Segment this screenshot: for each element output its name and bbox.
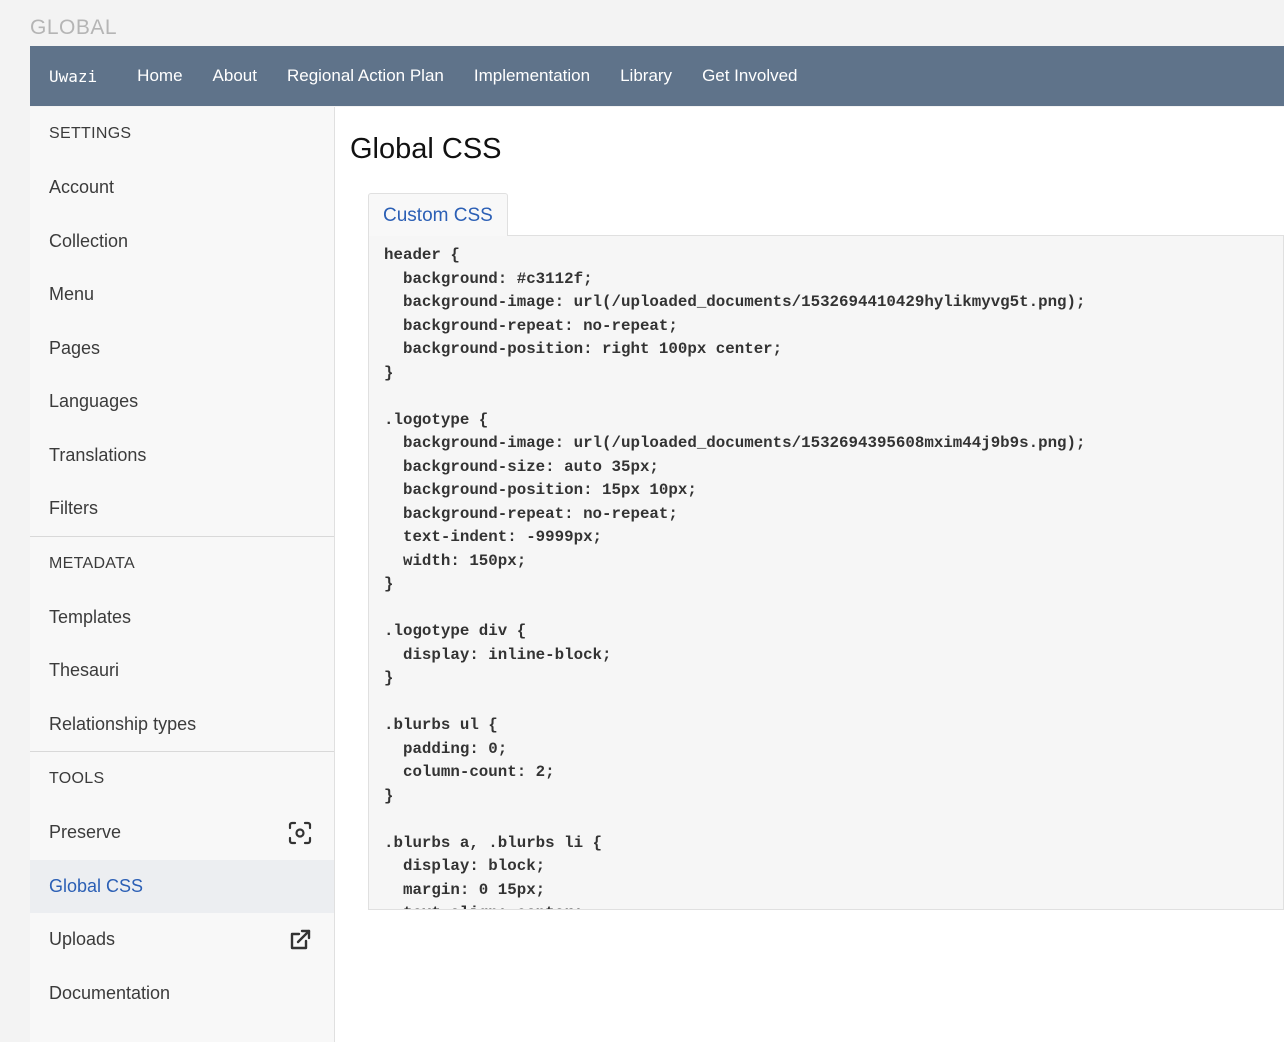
sidebar-item-filters[interactable]: Filters (30, 482, 334, 536)
sidebar-item-relationship-types[interactable]: Relationship types (30, 698, 334, 752)
sidebar-item-label: Pages (49, 337, 101, 358)
sidebar-item-label: Relationship types (49, 713, 197, 734)
css-editor[interactable]: header { background: #c3112f; background… (368, 235, 1284, 910)
external-link-icon (287, 927, 313, 953)
sidebar-item-label: Account (49, 177, 115, 198)
nav-link-regional-action-plan[interactable]: Regional Action Plan (287, 66, 444, 86)
sidebar-item-label: Templates (49, 606, 132, 627)
main-content: Global CSS Custom CSS header { backgroun… (335, 107, 1284, 1042)
top-navbar: Uwazi Home About Regional Action Plan Im… (30, 46, 1284, 106)
sidebar-item-thesauri[interactable]: Thesauri (30, 644, 334, 698)
sidebar-item-label: Uploads (49, 929, 116, 950)
page-label: GLOBAL (30, 16, 118, 39)
sidebar-item-documentation[interactable]: Documentation (30, 967, 334, 1021)
brand-link[interactable]: Uwazi (49, 67, 97, 86)
sidebar-item-label: Preserve (49, 822, 122, 843)
sidebar-item-preserve[interactable]: Preserve (30, 806, 334, 860)
nav-link-get-involved[interactable]: Get Involved (702, 66, 797, 86)
sidebar-item-label: Languages (49, 391, 139, 412)
settings-sidebar: SETTINGS Account Collection Menu Pages L… (30, 107, 335, 1042)
sidebar-item-label: Menu (49, 284, 95, 305)
sidebar-item-pages[interactable]: Pages (30, 322, 334, 376)
settings-section-title: SETTINGS (49, 125, 132, 142)
sidebar-item-label: Collection (49, 230, 129, 251)
sidebar-item-menu[interactable]: Menu (30, 268, 334, 322)
nav-link-home[interactable]: Home (137, 66, 182, 86)
scan-icon (287, 820, 313, 846)
sidebar-item-label: Thesauri (49, 660, 120, 681)
metadata-section-title: METADATA (49, 554, 135, 572)
tab-custom-css[interactable]: Custom CSS (368, 193, 508, 236)
nav-link-about[interactable]: About (213, 66, 257, 86)
sidebar-item-uploads[interactable]: Uploads (30, 913, 334, 967)
nav-link-implementation[interactable]: Implementation (474, 66, 590, 86)
sidebar-item-label: Filters (49, 498, 98, 519)
page-title: Global CSS (350, 133, 502, 165)
css-code[interactable]: header { background: #c3112f; background… (384, 244, 1283, 909)
sidebar-item-translations[interactable]: Translations (30, 429, 334, 483)
sidebar-item-label: Documentation (49, 982, 171, 1003)
sidebar-item-global-css[interactable]: Global CSS (30, 859, 334, 913)
sidebar-item-account[interactable]: Account (30, 161, 334, 215)
nav-link-library[interactable]: Library (620, 66, 672, 86)
sidebar-item-collection[interactable]: Collection (30, 215, 334, 269)
sidebar-item-label: Global CSS (49, 875, 144, 896)
sidebar-item-label: Translations (49, 444, 147, 465)
sidebar-item-templates[interactable]: Templates (30, 591, 334, 645)
tools-section-title: TOOLS (49, 770, 105, 787)
sidebar-item-languages[interactable]: Languages (30, 375, 334, 429)
